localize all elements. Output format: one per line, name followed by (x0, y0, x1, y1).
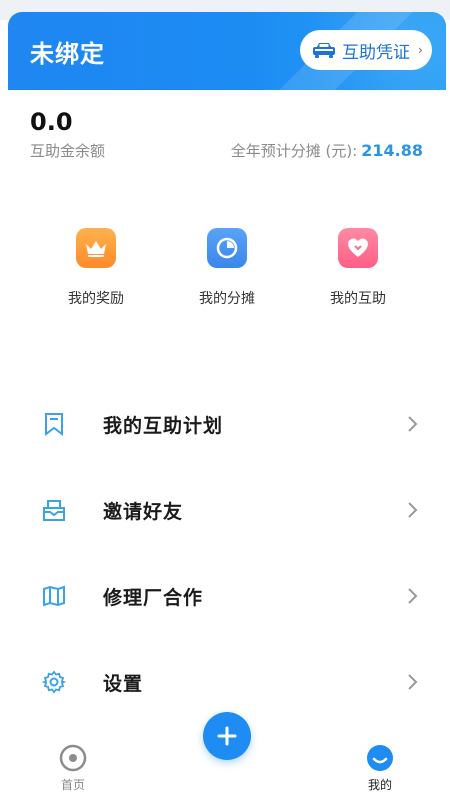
tab-home-label: 首页 (60, 778, 85, 792)
chevron-right-icon (408, 416, 418, 432)
quick-action-rewards[interactable]: 我的奖励 (41, 228, 151, 308)
menu-item-settings[interactable]: 设置 (0, 652, 450, 712)
tab-home[interactable]: 首页 (43, 744, 103, 793)
chevron-right-icon (408, 502, 418, 518)
tab-mine[interactable]: 我的 (350, 744, 410, 793)
smile-face-icon (367, 745, 393, 771)
menu-item-label: 邀请好友 (103, 500, 184, 523)
voucher-label: 互助凭证 (342, 42, 410, 63)
menu-item-mutual-aid-plan[interactable]: 我的互助计划 (0, 394, 450, 454)
invite-envelope-icon (43, 500, 65, 521)
tab-mine-label: 我的 (367, 778, 392, 792)
quick-action-mutual-aid[interactable]: 我的互助 (303, 228, 413, 308)
annual-share-label: 全年预计分摊 (元): (230, 142, 358, 160)
annual-share-amount: 214.88 (361, 141, 423, 160)
account-header: 未绑定 互助凭证 › (8, 12, 446, 90)
annual-share: 全年预计分摊 (元): 214.88 (231, 140, 423, 161)
balance-label: 互助金余额 (30, 142, 106, 160)
menu-item-label: 我的互助计划 (103, 414, 224, 437)
gear-icon (42, 670, 66, 694)
menu-item-label: 设置 (103, 672, 144, 695)
binding-status-title[interactable]: 未绑定 (30, 34, 105, 69)
quick-action-label: 我的分摊 (199, 291, 255, 307)
mutual-aid-voucher-button[interactable]: 互助凭证 › (300, 30, 432, 70)
heart-icon (338, 228, 378, 268)
quick-action-label: 我的奖励 (68, 291, 124, 307)
menu-item-label: 修理厂合作 (103, 586, 204, 609)
quick-action-label: 我的互助 (330, 291, 386, 307)
chevron-right-icon: › (418, 43, 423, 57)
chevron-right-icon (408, 674, 418, 690)
bookmark-icon (45, 413, 63, 436)
chevron-right-icon (408, 588, 418, 604)
pie-chart-icon (207, 228, 247, 268)
add-button[interactable] (203, 712, 251, 760)
balance-value: 0.0 (30, 108, 73, 136)
home-ball-icon (59, 744, 87, 772)
quick-action-share[interactable]: 我的分摊 (172, 228, 282, 308)
menu-item-repair-shop-partnership[interactable]: 修理厂合作 (0, 566, 450, 626)
car-icon (313, 43, 335, 58)
menu-item-invite-friends[interactable]: 邀请好友 (0, 480, 450, 540)
map-book-icon (43, 585, 65, 607)
profile-page: 未绑定 互助凭证 › 0.0 互助金余额 全年预计分摊 (元): 214.88 (0, 0, 450, 800)
plus-icon (217, 726, 237, 746)
crown-icon (76, 228, 116, 268)
